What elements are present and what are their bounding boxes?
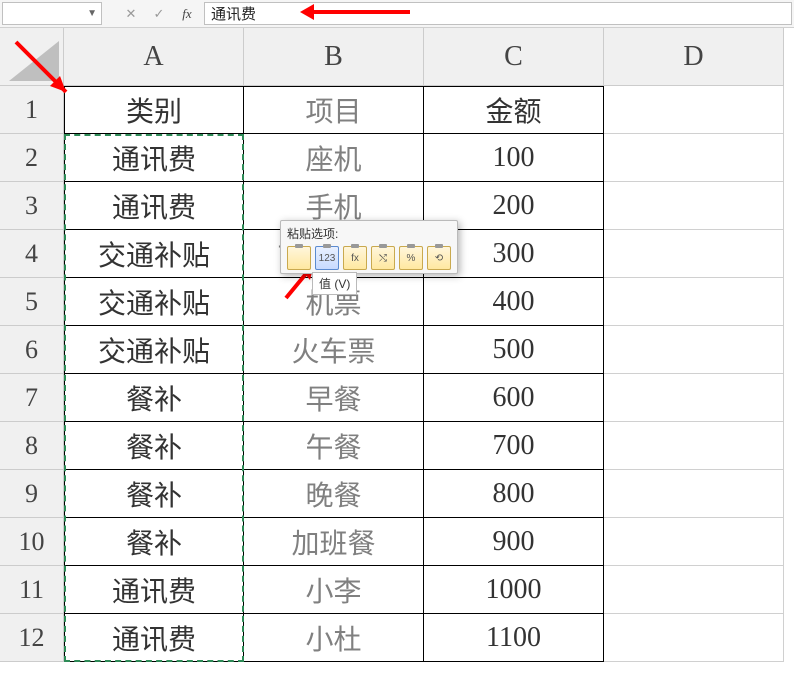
cell-c12[interactable]: 1100 bbox=[424, 614, 604, 662]
cell-a1[interactable]: 类别 bbox=[64, 86, 244, 134]
cell-b8[interactable]: 午餐 bbox=[244, 422, 424, 470]
fx-icon[interactable]: fx bbox=[178, 5, 196, 23]
row-headers: 1 2 3 4 5 6 7 8 9 10 11 12 bbox=[0, 86, 64, 662]
cell-a4[interactable]: 交通补贴 bbox=[64, 230, 244, 278]
cell-b2[interactable]: 座机 bbox=[244, 134, 424, 182]
cell-c6[interactable]: 500 bbox=[424, 326, 604, 374]
name-box[interactable]: ▼ bbox=[2, 2, 102, 25]
cell-a3[interactable]: 通讯费 bbox=[64, 182, 244, 230]
formula-input[interactable]: 通讯费 bbox=[204, 2, 792, 25]
paste-option-paste[interactable] bbox=[287, 246, 311, 270]
cell-c5[interactable]: 400 bbox=[424, 278, 604, 326]
cell-b10[interactable]: 加班餐 bbox=[244, 518, 424, 566]
cell-d7[interactable] bbox=[604, 374, 784, 422]
spreadsheet-grid: A B C D 1 2 3 4 5 6 7 8 9 10 11 12 类别 项目… bbox=[0, 28, 794, 677]
paste-option-transpose[interactable]: ⤭ bbox=[371, 246, 395, 270]
select-all-corner[interactable] bbox=[0, 28, 64, 86]
cell-c8[interactable]: 700 bbox=[424, 422, 604, 470]
cell-b9[interactable]: 晚餐 bbox=[244, 470, 424, 518]
cell-b11[interactable]: 小李 bbox=[244, 566, 424, 614]
cell-b12[interactable]: 小杜 bbox=[244, 614, 424, 662]
cell-d4[interactable] bbox=[604, 230, 784, 278]
cell-a6[interactable]: 交通补贴 bbox=[64, 326, 244, 374]
cell-a7[interactable]: 餐补 bbox=[64, 374, 244, 422]
column-header-d[interactable]: D bbox=[604, 28, 784, 86]
cell-b1[interactable]: 项目 bbox=[244, 86, 424, 134]
paste-option-tooltip: 值 (V) bbox=[312, 272, 357, 295]
cell-d9[interactable] bbox=[604, 470, 784, 518]
cell-c9[interactable]: 800 bbox=[424, 470, 604, 518]
row-header-8[interactable]: 8 bbox=[0, 422, 64, 470]
cancel-icon[interactable]: ✕ bbox=[122, 5, 140, 23]
row-header-3[interactable]: 3 bbox=[0, 182, 64, 230]
formula-bar: ▼ ✕ ✓ fx 通讯费 bbox=[0, 0, 794, 28]
cell-b7[interactable]: 早餐 bbox=[244, 374, 424, 422]
cell-a12[interactable]: 通讯费 bbox=[64, 614, 244, 662]
cell-d1[interactable] bbox=[604, 86, 784, 134]
cell-d8[interactable] bbox=[604, 422, 784, 470]
cell-a11[interactable]: 通讯费 bbox=[64, 566, 244, 614]
paste-options-icons: 123 fx ⤭ % ⟲ bbox=[287, 246, 451, 270]
cell-d11[interactable] bbox=[604, 566, 784, 614]
cell-a10[interactable]: 餐补 bbox=[64, 518, 244, 566]
cell-a2[interactable]: 通讯费 bbox=[64, 134, 244, 182]
cell-d10[interactable] bbox=[604, 518, 784, 566]
row-header-2[interactable]: 2 bbox=[0, 134, 64, 182]
paste-option-values[interactable]: 123 bbox=[315, 246, 339, 270]
paste-option-link[interactable]: ⟲ bbox=[427, 246, 451, 270]
paste-option-formulas[interactable]: fx bbox=[343, 246, 367, 270]
column-headers: A B C D bbox=[64, 28, 784, 86]
paste-options-popup: 粘贴选项: 123 fx ⤭ % ⟲ bbox=[280, 220, 458, 274]
row-header-1[interactable]: 1 bbox=[0, 86, 64, 134]
cell-c2[interactable]: 100 bbox=[424, 134, 604, 182]
row-header-5[interactable]: 5 bbox=[0, 278, 64, 326]
row-header-9[interactable]: 9 bbox=[0, 470, 64, 518]
cell-c1[interactable]: 金额 bbox=[424, 86, 604, 134]
cell-d12[interactable] bbox=[604, 614, 784, 662]
row-header-11[interactable]: 11 bbox=[0, 566, 64, 614]
column-header-b[interactable]: B bbox=[244, 28, 424, 86]
row-header-6[interactable]: 6 bbox=[0, 326, 64, 374]
cell-c10[interactable]: 900 bbox=[424, 518, 604, 566]
cells: 类别 项目 金额 通讯费 座机 100 通讯费 手机 200 交通补贴 市内出差… bbox=[64, 86, 784, 662]
cell-a9[interactable]: 餐补 bbox=[64, 470, 244, 518]
row-header-4[interactable]: 4 bbox=[0, 230, 64, 278]
cell-c7[interactable]: 600 bbox=[424, 374, 604, 422]
column-header-a[interactable]: A bbox=[64, 28, 244, 86]
cell-c11[interactable]: 1000 bbox=[424, 566, 604, 614]
cell-d6[interactable] bbox=[604, 326, 784, 374]
paste-option-formatting[interactable]: % bbox=[399, 246, 423, 270]
column-header-c[interactable]: C bbox=[424, 28, 604, 86]
row-header-10[interactable]: 10 bbox=[0, 518, 64, 566]
cell-d2[interactable] bbox=[604, 134, 784, 182]
cell-d5[interactable] bbox=[604, 278, 784, 326]
confirm-icon[interactable]: ✓ bbox=[150, 5, 168, 23]
row-header-7[interactable]: 7 bbox=[0, 374, 64, 422]
cell-a8[interactable]: 餐补 bbox=[64, 422, 244, 470]
row-header-12[interactable]: 12 bbox=[0, 614, 64, 662]
cell-b6[interactable]: 火车票 bbox=[244, 326, 424, 374]
formula-input-value: 通讯费 bbox=[211, 3, 256, 24]
formula-bar-buttons: ✕ ✓ fx bbox=[116, 0, 202, 27]
cell-a5[interactable]: 交通补贴 bbox=[64, 278, 244, 326]
chevron-down-icon: ▼ bbox=[87, 8, 97, 19]
cell-d3[interactable] bbox=[604, 182, 784, 230]
paste-options-title: 粘贴选项: bbox=[287, 225, 451, 242]
